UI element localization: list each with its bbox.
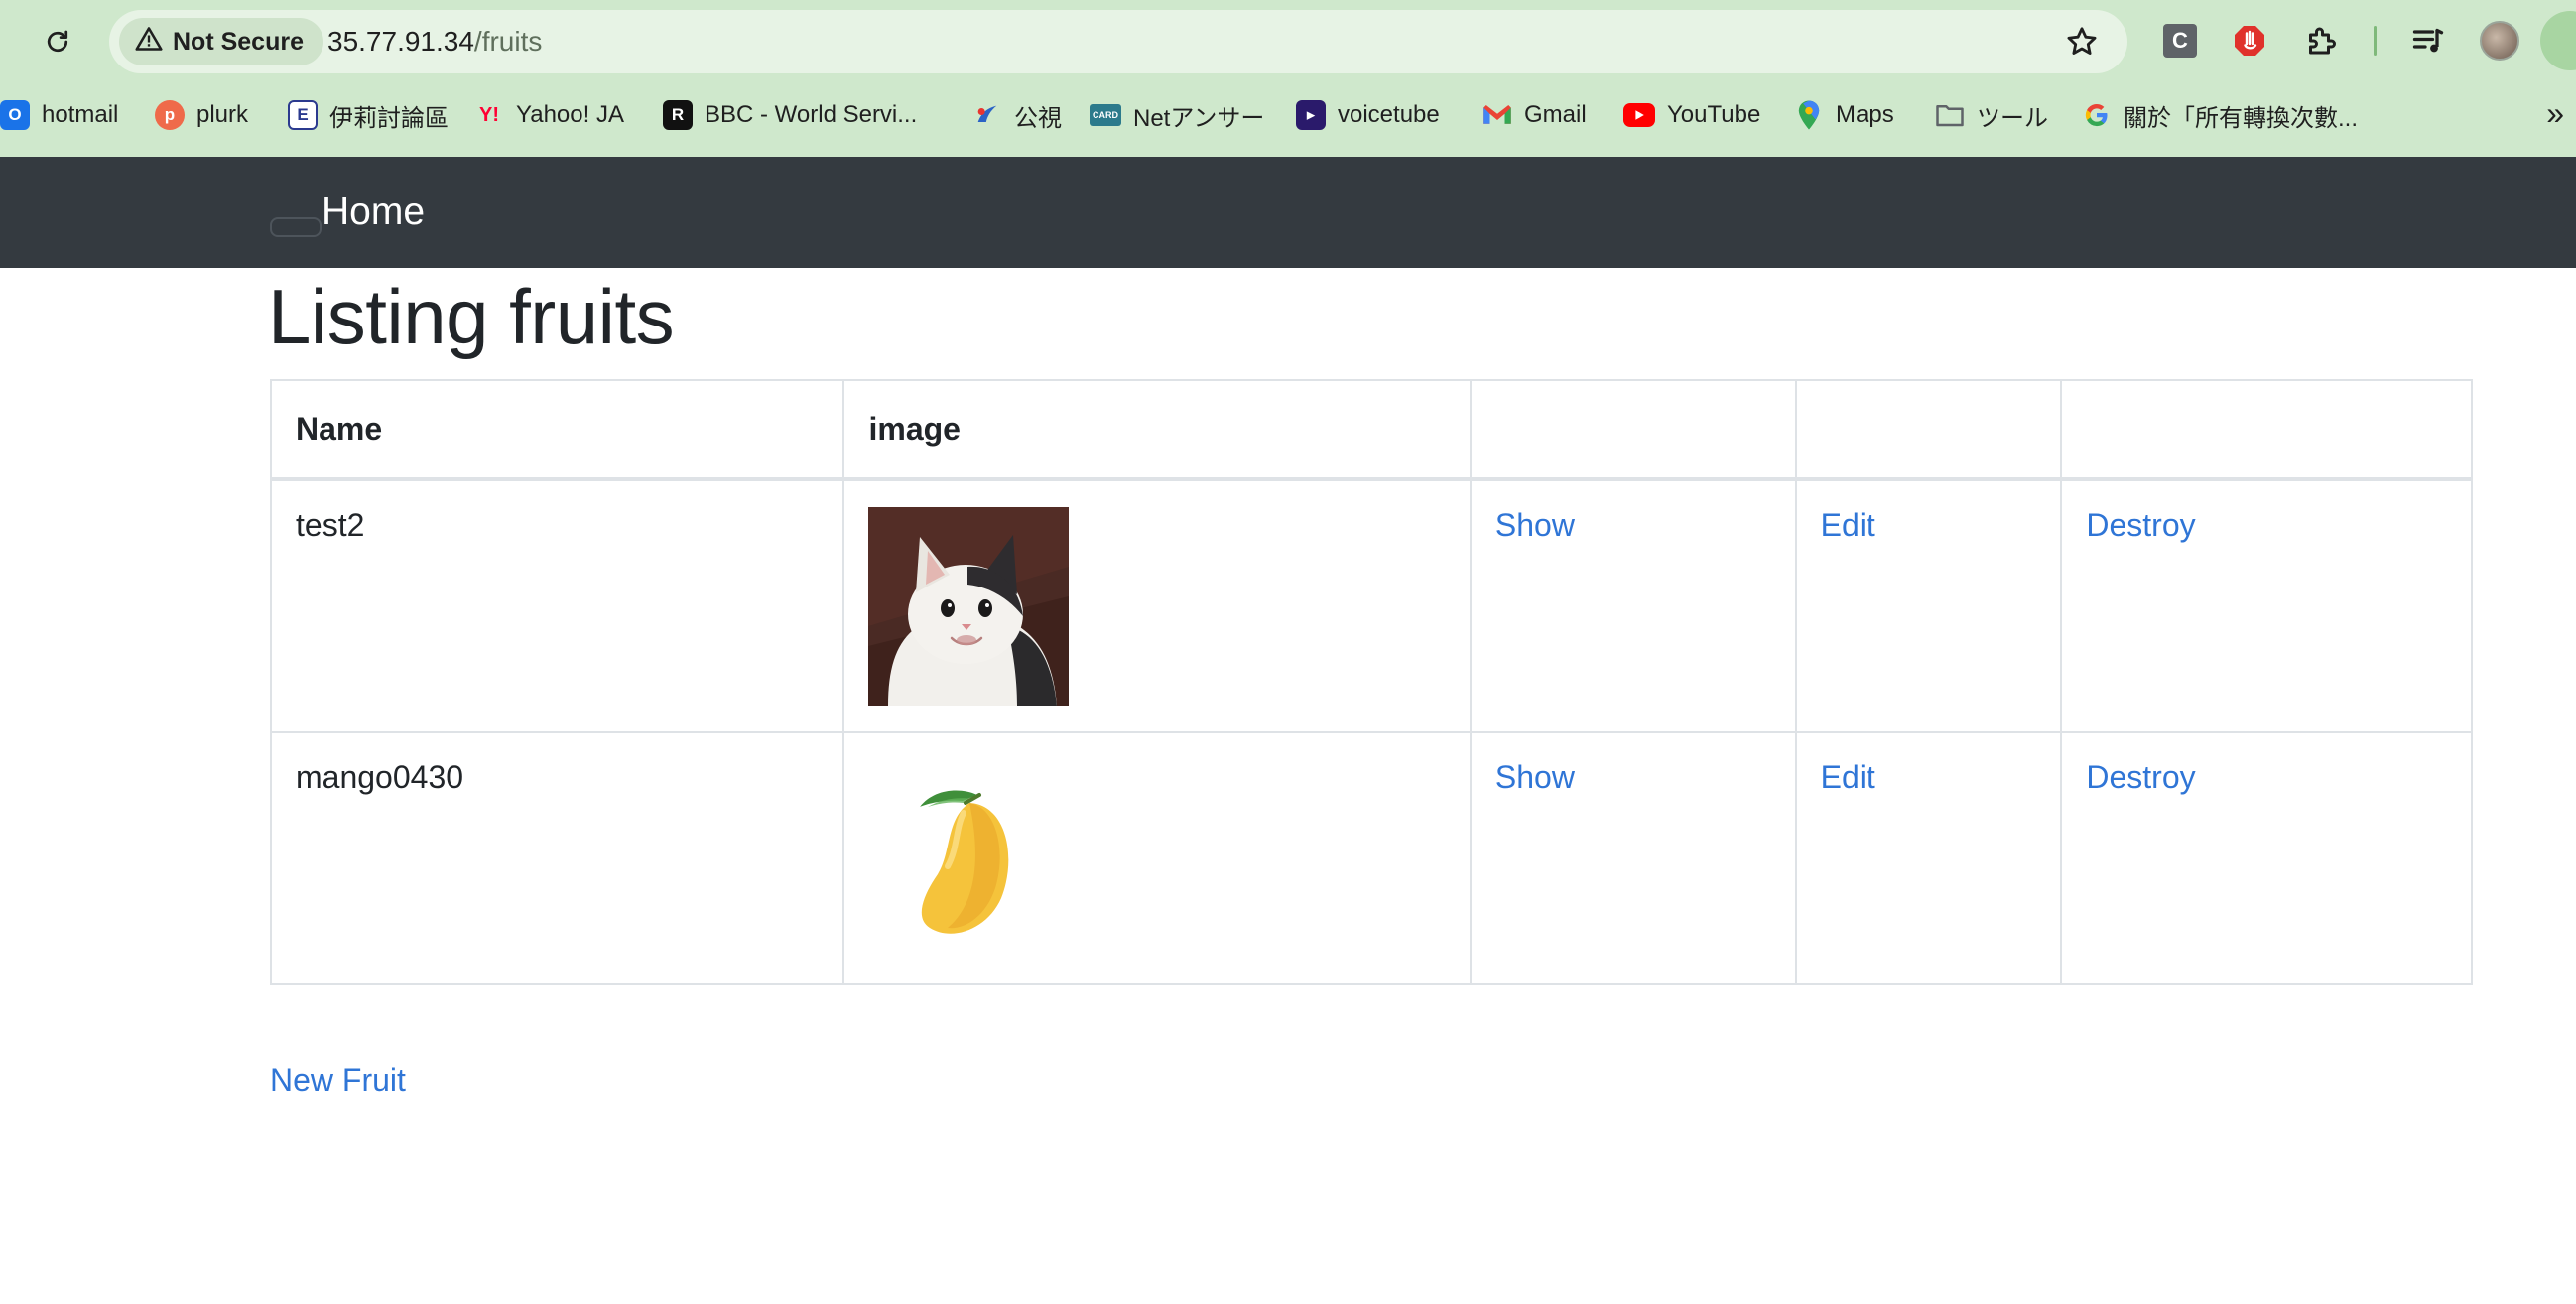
show-link[interactable]: Show (1495, 759, 1575, 795)
bookmark-label: hotmail (42, 101, 119, 128)
warning-icon (135, 26, 163, 59)
pts-icon (972, 100, 1002, 130)
bookmark-saison[interactable]: CARD Netアンサー (1090, 91, 1264, 139)
header-name: Name (269, 379, 845, 481)
eyny-icon: E (288, 100, 318, 130)
edit-cell: Edit (1794, 731, 2063, 985)
table-header-row: Name image (269, 379, 2473, 481)
bookmark-gmail[interactable]: Gmail (1482, 91, 1587, 139)
mango-image (920, 790, 1009, 934)
plurk-icon: p (155, 100, 185, 130)
new-fruit-link[interactable]: New Fruit (270, 1062, 406, 1099)
fruit-name-cell: test2 (269, 478, 845, 733)
header-edit (1794, 379, 2063, 481)
bookmark-youtube[interactable]: YouTube (1623, 91, 1760, 139)
destroy-link[interactable]: Destroy (2086, 507, 2195, 543)
destroy-cell: Destroy (2060, 731, 2473, 985)
page-title: Listing fruits (268, 273, 675, 360)
extensions-puzzle-icon[interactable] (2300, 20, 2342, 62)
nav-home-link[interactable]: Home (322, 191, 425, 234)
navbar-toggler-button[interactable] (270, 217, 322, 237)
outlook-icon: O (0, 100, 30, 130)
yahoo-icon: Y! (479, 103, 499, 126)
bookmark-label: Gmail (1524, 101, 1587, 128)
bookmark-label: Netアンサー (1133, 104, 1265, 132)
profile-button[interactable] (2540, 11, 2576, 70)
fruit-image-cell (842, 731, 1472, 985)
bookmark-yahoo[interactable]: Y! Yahoo! JA (474, 91, 624, 139)
media-queue-icon[interactable] (2407, 20, 2449, 62)
youtube-icon (1623, 103, 1655, 127)
folder-icon (1935, 100, 1965, 130)
table-row: test2 Show Edit Destroy (269, 478, 2473, 733)
destroy-link[interactable]: Destroy (2086, 759, 2195, 795)
bookmark-label: voicetube (1338, 101, 1440, 128)
cat-photo (868, 507, 1070, 706)
bookmark-folder-tools[interactable]: ツール (1935, 91, 2048, 139)
bookmark-label: plurk (196, 101, 249, 128)
bookmark-eyny[interactable]: E 伊莉討論區 (288, 91, 449, 139)
fruit-image-cell (842, 478, 1472, 733)
gmail-icon (1482, 100, 1512, 130)
toolbar-divider (2374, 26, 2377, 56)
destroy-cell: Destroy (2060, 478, 2473, 733)
bookmark-voicetube[interactable]: ▸ voicetube (1296, 91, 1440, 139)
url-text[interactable]: 35.77.91.34/fruits (327, 26, 542, 58)
bookmark-hotmail[interactable]: O hotmail (0, 91, 118, 139)
url-host: 35.77.91.34 (327, 26, 474, 57)
security-indicator[interactable]: Not Secure (119, 18, 323, 65)
bookmark-bbc[interactable]: R BBC - World Servi... (663, 91, 917, 139)
header-image: image (842, 379, 1472, 481)
bookmark-plurk[interactable]: p plurk (155, 91, 248, 139)
google-icon (2082, 100, 2112, 130)
show-cell: Show (1469, 478, 1797, 733)
security-label: Not Secure (173, 27, 304, 56)
bookmark-label: 伊莉討論區 (329, 104, 449, 132)
header-show (1469, 379, 1797, 481)
bookmark-label: Yahoo! JA (516, 101, 624, 128)
reload-icon[interactable] (36, 20, 79, 64)
table-row: mango0430 Show Edit Destroy (269, 731, 2473, 985)
bookmark-label: Maps (1836, 101, 1894, 128)
maps-icon (1794, 100, 1824, 130)
bookmarks-overflow-icon[interactable]: » (2546, 95, 2564, 132)
bookmark-label: ツール (1977, 104, 2048, 132)
profile-avatar-icon[interactable] (2479, 20, 2520, 62)
show-link[interactable]: Show (1495, 507, 1575, 543)
browser-toolbar: Not Secure 35.77.91.34/fruits C (0, 0, 2576, 83)
bookmark-pts[interactable]: 公視 (972, 91, 1062, 139)
bookmark-label: BBC - World Servi... (705, 101, 918, 128)
address-bar[interactable]: Not Secure 35.77.91.34/fruits (109, 10, 2127, 73)
url-path: /fruits (473, 26, 543, 57)
edit-link[interactable]: Edit (1821, 759, 1875, 795)
voicetube-icon: ▸ (1296, 100, 1326, 130)
edit-cell: Edit (1794, 478, 2063, 733)
bookmarks-bar: O hotmail p plurk E 伊莉討論區 Y! Yahoo! JA R… (0, 91, 2576, 139)
edit-link[interactable]: Edit (1821, 507, 1875, 543)
browser-chrome: Not Secure 35.77.91.34/fruits C O hotmai… (0, 0, 2576, 157)
bookmark-label: 公視 (1014, 104, 1062, 132)
bookmark-google[interactable]: 關於「所有轉換次數... (2082, 91, 2358, 139)
extension-c-icon[interactable]: C (2159, 20, 2201, 62)
bbc-icon: R (663, 100, 693, 130)
header-destroy (2060, 379, 2473, 481)
fruit-name-cell: mango0430 (269, 731, 845, 985)
bookmark-maps[interactable]: Maps (1794, 91, 1894, 139)
bookmark-label: 關於「所有轉換次數... (2124, 104, 2359, 132)
saison-card-icon: CARD (1090, 104, 1121, 126)
bookmark-label: YouTube (1667, 101, 1761, 128)
site-navbar: Home (0, 157, 2576, 268)
show-cell: Show (1469, 731, 1797, 985)
bookmark-star-icon[interactable] (2064, 24, 2100, 60)
adblock-icon[interactable] (2229, 20, 2270, 62)
fruits-table: Name image test2 Show Edit Destroy mango… (269, 379, 2473, 985)
